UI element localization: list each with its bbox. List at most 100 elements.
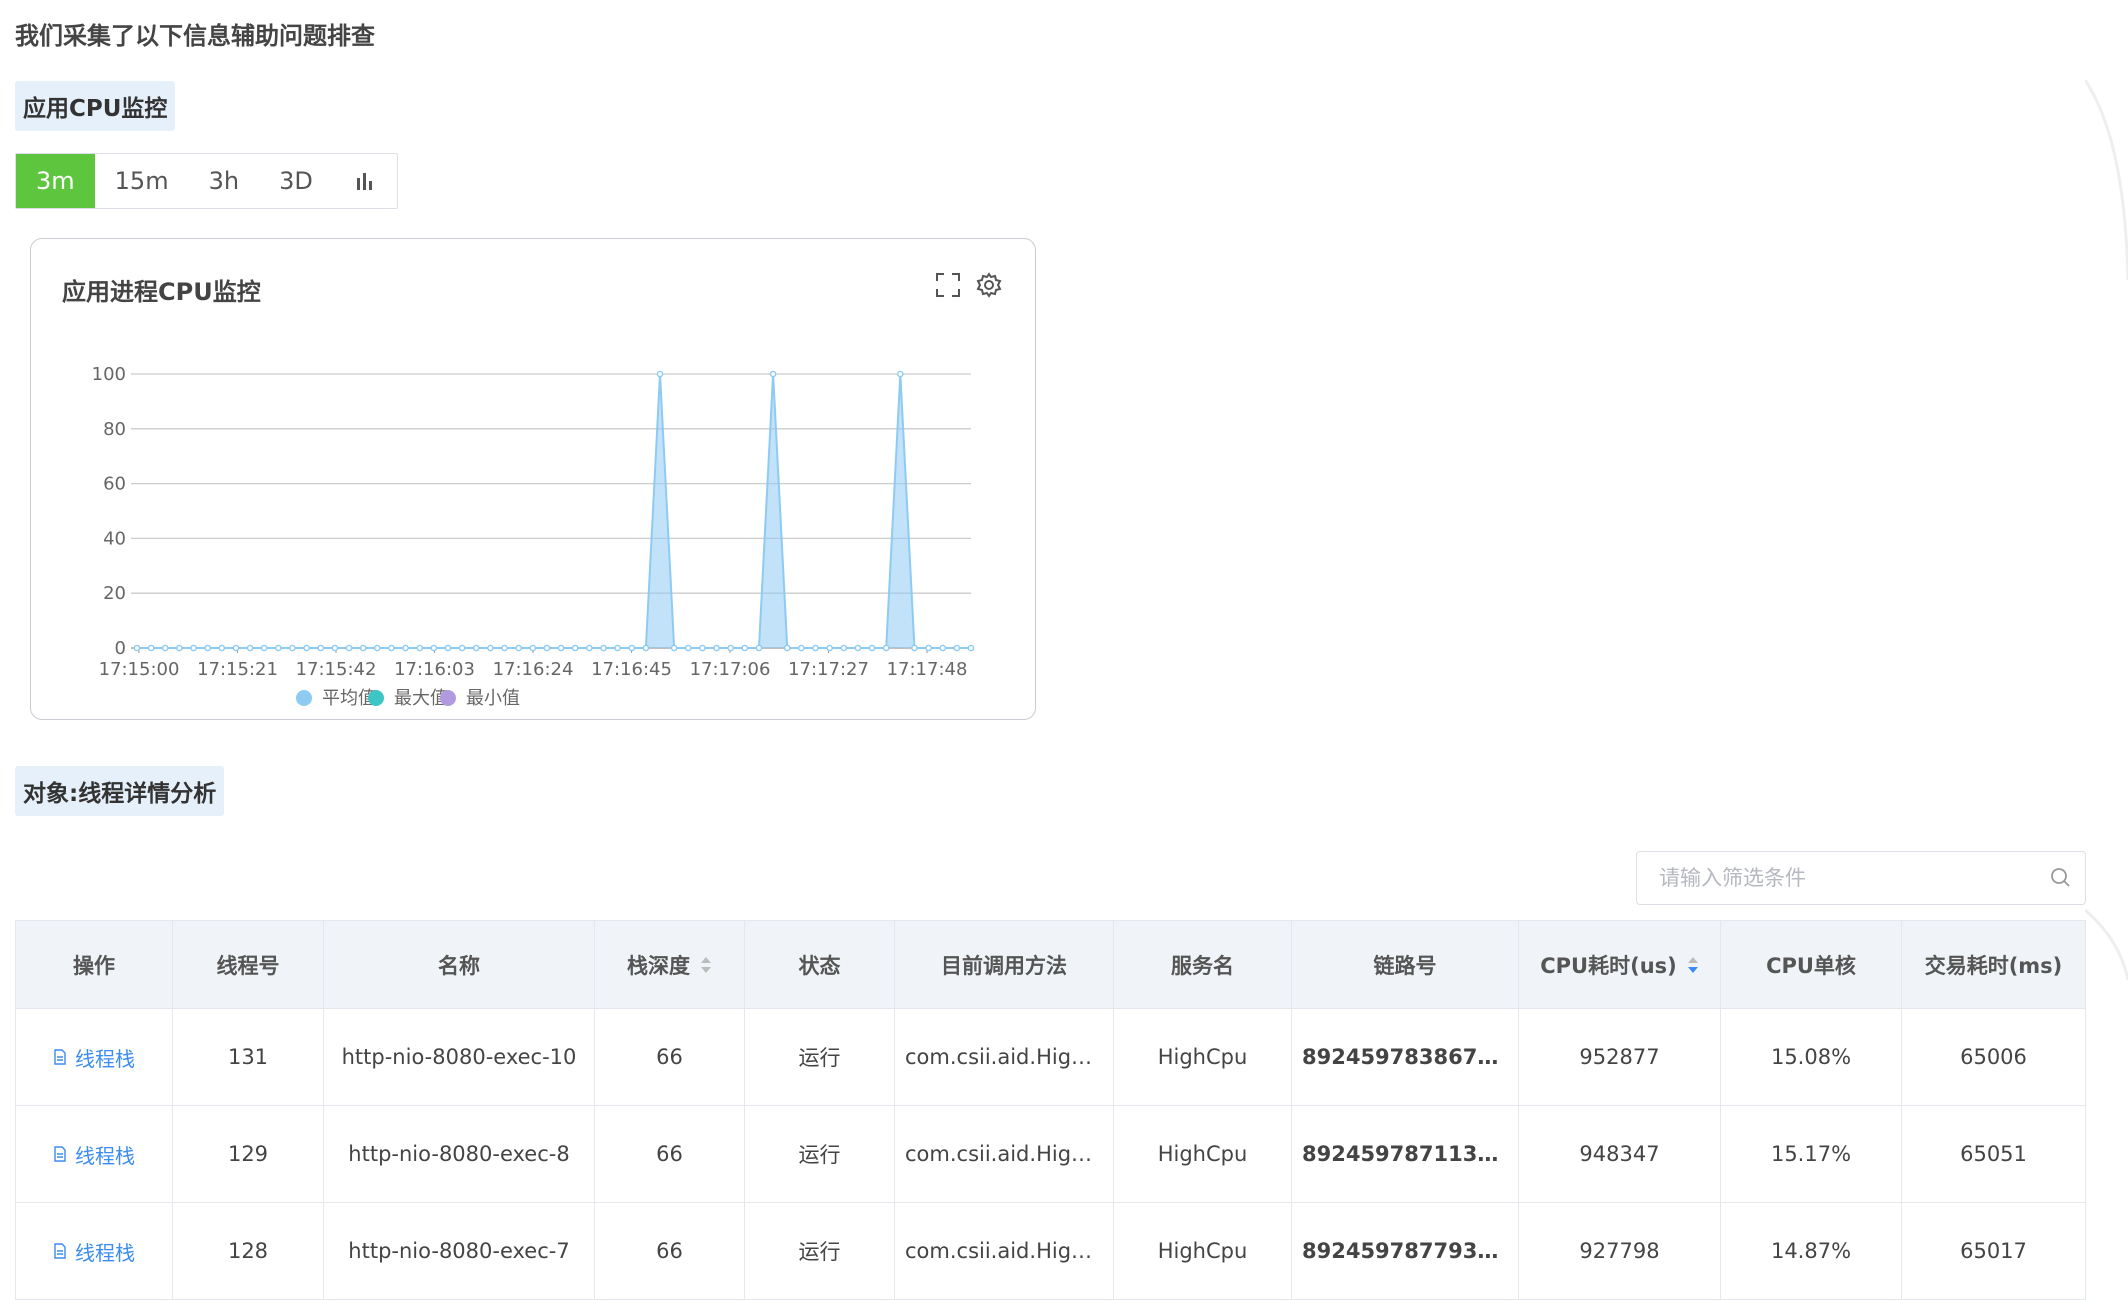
data-point (232, 644, 240, 652)
cell-depth: 66 (594, 1008, 745, 1106)
data-point (840, 644, 848, 652)
thread-stack-link[interactable]: 线程栈 (53, 1043, 135, 1072)
range-tab-3h[interactable]: 3h (189, 154, 259, 208)
cell-state: 运行 (744, 1105, 895, 1203)
data-point (260, 644, 268, 652)
data-point (798, 644, 805, 652)
table-row: 线程栈 128 http-nio-8080-exec-7 66 运行 com.c… (15, 1202, 2086, 1300)
data-point (133, 644, 141, 652)
table-header-row: 操作 线程号 名称 栈深度 状态 目前调用方法 服务名 链路号 CPU耗时(us… (15, 920, 2086, 1009)
data-point (769, 370, 777, 378)
col-header-cpu-time[interactable]: CPU耗时(us) (1518, 920, 1721, 1009)
data-point (501, 644, 508, 652)
cell-state: 运行 (744, 1008, 895, 1106)
data-point (967, 644, 975, 652)
data-point (345, 644, 353, 652)
data-point (670, 644, 678, 652)
thread-stack-link[interactable]: 线程栈 (53, 1237, 135, 1266)
legend-marker (440, 690, 456, 706)
filter-input[interactable] (1657, 852, 2041, 904)
data-point (543, 644, 551, 652)
cell-cpu-time: 948347 (1518, 1105, 1721, 1203)
x-tick-label: 17:17:48 (887, 659, 968, 680)
data-point (713, 644, 720, 652)
filter-search-box (1636, 851, 2086, 905)
data-point (911, 644, 918, 652)
data-point (882, 644, 890, 652)
col-header-current-method: 目前调用方法 (894, 920, 1114, 1009)
document-icon (54, 1243, 66, 1259)
data-point (289, 644, 296, 652)
data-point (600, 644, 607, 652)
legend-label: 最小值 (466, 688, 520, 709)
x-tick-label: 17:16:45 (591, 659, 672, 680)
data-point (317, 644, 325, 652)
sort-icon[interactable] (700, 955, 712, 975)
thread-stack-link[interactable]: 线程栈 (53, 1140, 135, 1169)
section-title-thread-analysis: 对象:线程详情分析 (15, 766, 225, 816)
data-point (303, 644, 310, 652)
data-point (472, 644, 480, 652)
data-point (656, 370, 664, 378)
sort-desc-active-icon[interactable] (1687, 955, 1699, 975)
cell-state: 运行 (744, 1202, 895, 1300)
data-point (190, 644, 197, 652)
range-tab-3d[interactable]: 3D (259, 154, 333, 208)
range-tab-3m[interactable]: 3m (16, 154, 95, 208)
cell-service: HighCpu (1113, 1008, 1292, 1106)
col-header-stack-depth[interactable]: 栈深度 (594, 920, 745, 1009)
cell-thread-id: 129 (172, 1105, 324, 1203)
bar-chart-icon[interactable] (333, 154, 397, 208)
data-point (939, 644, 947, 652)
cell-tx-time: 65017 (1901, 1202, 2086, 1300)
col-header-cpu-time-label: CPU耗时(us) (1540, 953, 1677, 978)
cell-name: http-nio-8080-exec-10 (323, 1008, 595, 1106)
data-point (755, 644, 763, 652)
data-point (246, 644, 254, 652)
series-line-average (137, 373, 971, 649)
data-point (868, 644, 876, 652)
cell-tx-time: 65051 (1901, 1105, 2086, 1203)
section-title-cpu-monitor: 应用CPU监控 (15, 81, 176, 131)
search-icon[interactable] (2049, 866, 2071, 892)
page-intro: 我们采集了以下信息辅助问题排查 (15, 22, 375, 50)
x-tick-label: 17:17:27 (788, 659, 869, 680)
cell-method: com.csii.aid.High… (894, 1105, 1114, 1203)
data-point (727, 644, 734, 652)
col-header-stack-depth-label: 栈深度 (627, 953, 690, 978)
cell-cpu-core: 15.17% (1720, 1105, 1902, 1203)
cell-trace-link[interactable]: 89245978386750… (1291, 1008, 1519, 1106)
data-point (176, 644, 183, 652)
col-header-trace-id: 链路号 (1291, 920, 1519, 1009)
data-point (897, 370, 904, 378)
col-header-state: 状态 (744, 920, 895, 1009)
x-tick-label: 17:16:03 (394, 659, 475, 680)
document-icon (54, 1146, 66, 1162)
data-point (444, 644, 452, 652)
col-header-operation: 操作 (15, 920, 173, 1009)
legend-marker (368, 690, 384, 706)
data-point (586, 644, 593, 652)
cell-trace-link[interactable]: 89245978779337… (1291, 1202, 1519, 1300)
data-point (628, 644, 636, 652)
data-point (571, 644, 579, 652)
legend-label: 平均值 (322, 688, 376, 709)
data-point (331, 644, 339, 652)
data-point (854, 644, 862, 652)
cell-thread-id: 128 (172, 1202, 324, 1300)
data-point (388, 644, 395, 652)
time-range-tabs: 3m 15m 3h 3D (15, 153, 398, 209)
x-tick-label: 17:15:00 (99, 659, 180, 680)
range-tab-15m[interactable]: 15m (95, 154, 189, 208)
data-point (359, 644, 367, 652)
data-point (275, 644, 282, 652)
y-tick-label: 20 (103, 583, 126, 604)
cell-trace-link[interactable]: 89245978711389… (1291, 1105, 1519, 1203)
data-point (147, 644, 155, 652)
data-point (684, 644, 692, 652)
cell-depth: 66 (594, 1105, 745, 1203)
cell-service: HighCpu (1113, 1202, 1292, 1300)
document-icon (54, 1049, 66, 1065)
data-point (783, 644, 791, 652)
cell-cpu-core: 14.87% (1720, 1202, 1902, 1300)
